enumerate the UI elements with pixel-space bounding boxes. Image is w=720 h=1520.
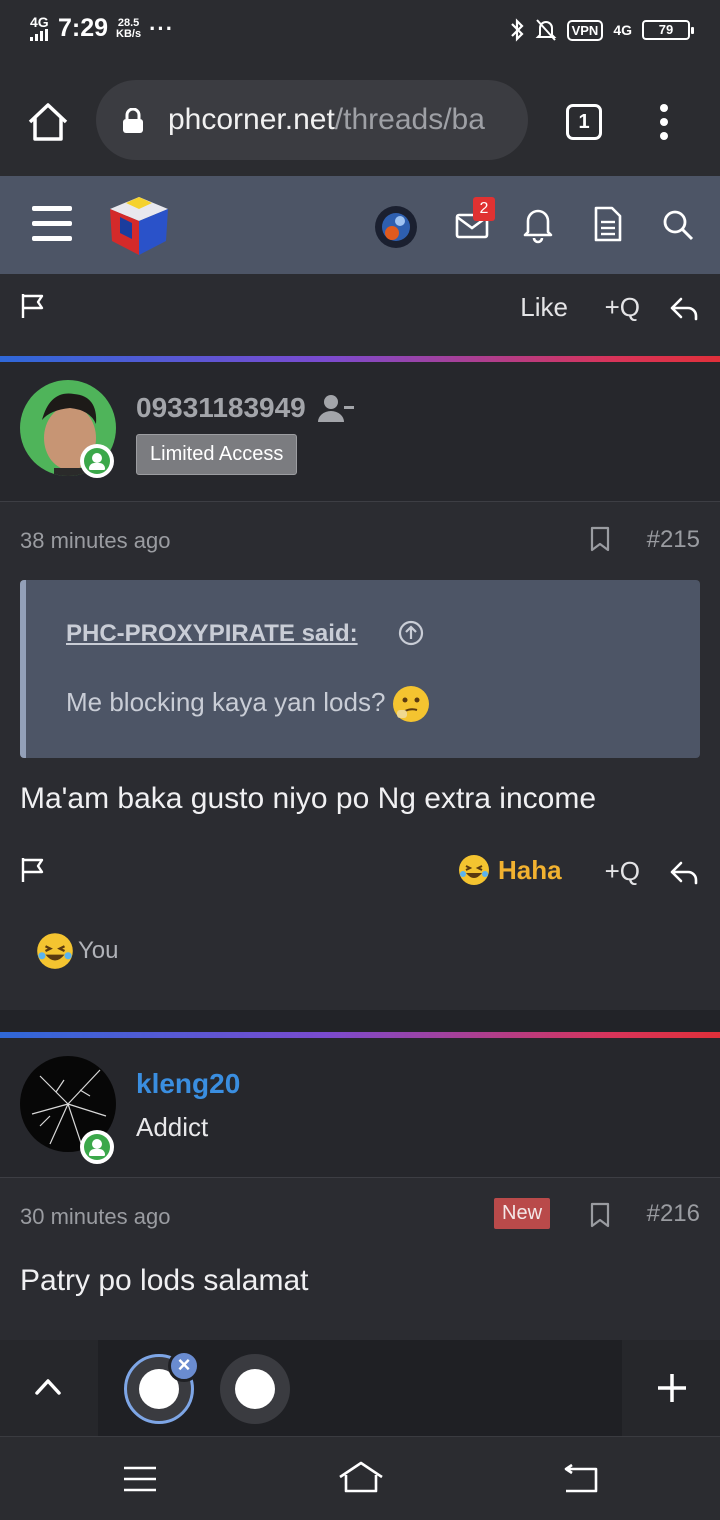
quote-button[interactable]: +Q xyxy=(605,292,640,323)
site-logo[interactable] xyxy=(106,193,172,259)
url-path: /threads/ba xyxy=(334,103,485,136)
my-avatar[interactable] xyxy=(374,205,418,249)
post-body: Ma'am baka gusto niyo po Ng extra income xyxy=(20,782,597,815)
post-username[interactable]: 09331183949 xyxy=(136,392,306,424)
online-status-icon xyxy=(80,444,114,478)
report-flag-icon[interactable] xyxy=(20,856,48,884)
network-indicator-right: 4G xyxy=(613,22,632,38)
url-text[interactable]: phcorner.net/threads/ba xyxy=(168,103,513,137)
prev-post-action-bar: Like +Q xyxy=(0,286,720,346)
post-216-header: kleng20 Addict xyxy=(0,1038,720,1178)
jump-to-quote-icon[interactable] xyxy=(398,620,424,646)
quote-block: PHC-PROXYPIRATE said: Me blocking kaya y… xyxy=(20,580,700,758)
network-indicator: 4G xyxy=(30,15,50,43)
user-title-badge: Limited Access xyxy=(136,434,298,475)
tab-thumbnail[interactable] xyxy=(220,1354,290,1424)
lock-icon xyxy=(123,108,143,133)
reply-icon[interactable] xyxy=(668,856,700,888)
tab-strip xyxy=(0,1340,720,1436)
url-domain: phcorner.net xyxy=(168,103,335,136)
post-215-action-bar: Haha +Q xyxy=(0,850,720,910)
haha-reaction-button[interactable]: Haha xyxy=(458,854,562,886)
expand-tabs-button[interactable] xyxy=(0,1340,98,1436)
thread-posts: Like +Q 09331183949 Limited Access 38 mi… xyxy=(0,274,720,1340)
post-body: Patry po lods salamat xyxy=(20,1264,309,1297)
like-button[interactable]: Like xyxy=(520,292,568,323)
user-minus-icon xyxy=(318,395,354,422)
post-215-header: 09331183949 xyxy=(0,362,720,502)
post-timestamp[interactable]: 30 minutes ago xyxy=(20,1204,170,1230)
battery-indicator: 79 xyxy=(642,20,694,40)
home-icon[interactable] xyxy=(26,100,70,144)
haha-emoji-icon xyxy=(459,855,489,885)
status-bar: 4G 7:29 28.5 KB/s ··· VPN 4G 79 xyxy=(0,0,720,64)
hamburger-menu-icon[interactable] xyxy=(32,206,72,242)
haha-emoji-icon xyxy=(37,933,73,969)
site-navbar xyxy=(0,176,720,274)
search-icon[interactable] xyxy=(660,204,696,244)
tab-switcher-button[interactable]: 1 xyxy=(566,104,602,140)
back-nav-icon[interactable] xyxy=(560,1463,600,1495)
plus-icon xyxy=(658,1374,686,1402)
recents-menu-icon[interactable] xyxy=(122,1465,158,1493)
bell-icon[interactable] xyxy=(520,204,556,244)
quote-author-link[interactable]: PHC-PROXYPIRATE said: xyxy=(66,620,358,648)
post-separator xyxy=(0,1010,720,1034)
reactions-by: You xyxy=(78,937,119,964)
report-flag-icon[interactable] xyxy=(20,292,48,320)
bookmark-icon[interactable] xyxy=(590,526,610,552)
bookmark-icon[interactable] xyxy=(590,1202,610,1228)
mute-bell-icon xyxy=(535,19,556,41)
quote-text-content: Me blocking kaya yan lods? xyxy=(66,686,386,717)
clock: 7:29 xyxy=(58,14,109,42)
messages-count-badge: 2 xyxy=(473,197,495,221)
home-nav-icon[interactable] xyxy=(336,1459,386,1495)
post-number[interactable]: #215 xyxy=(647,526,700,554)
network-speed: 28.5 KB/s xyxy=(116,16,142,40)
chevron-up-icon xyxy=(35,1379,61,1395)
vpn-indicator: VPN xyxy=(566,19,604,41)
document-icon[interactable] xyxy=(590,204,626,244)
online-status-icon xyxy=(80,1130,114,1164)
bluetooth-icon xyxy=(510,18,524,42)
reply-icon[interactable] xyxy=(668,292,700,324)
post-username[interactable]: kleng20 xyxy=(136,1068,240,1100)
post-timestamp[interactable]: 38 minutes ago xyxy=(20,528,170,554)
quote-button[interactable]: +Q xyxy=(605,856,640,887)
quote-text: Me blocking kaya yan lods? xyxy=(66,686,429,722)
system-nav-bar xyxy=(0,1436,720,1520)
address-bar[interactable]: phcorner.net/threads/ba xyxy=(96,80,528,160)
user-title: Addict xyxy=(136,1112,209,1142)
more-notifications-icon: ··· xyxy=(149,15,175,41)
browser-toolbar: phcorner.net/threads/ba 1 xyxy=(0,64,720,176)
post-number[interactable]: #216 xyxy=(647,1200,700,1228)
haha-label: Haha xyxy=(498,854,562,885)
close-tab-icon[interactable]: × xyxy=(168,1350,200,1382)
new-tab-button[interactable] xyxy=(622,1340,720,1436)
thinking-emoji-icon xyxy=(392,686,429,722)
new-post-badge: New xyxy=(494,1198,551,1229)
reactions-summary[interactable]: You xyxy=(36,932,119,970)
more-vert-icon[interactable] xyxy=(652,102,676,142)
